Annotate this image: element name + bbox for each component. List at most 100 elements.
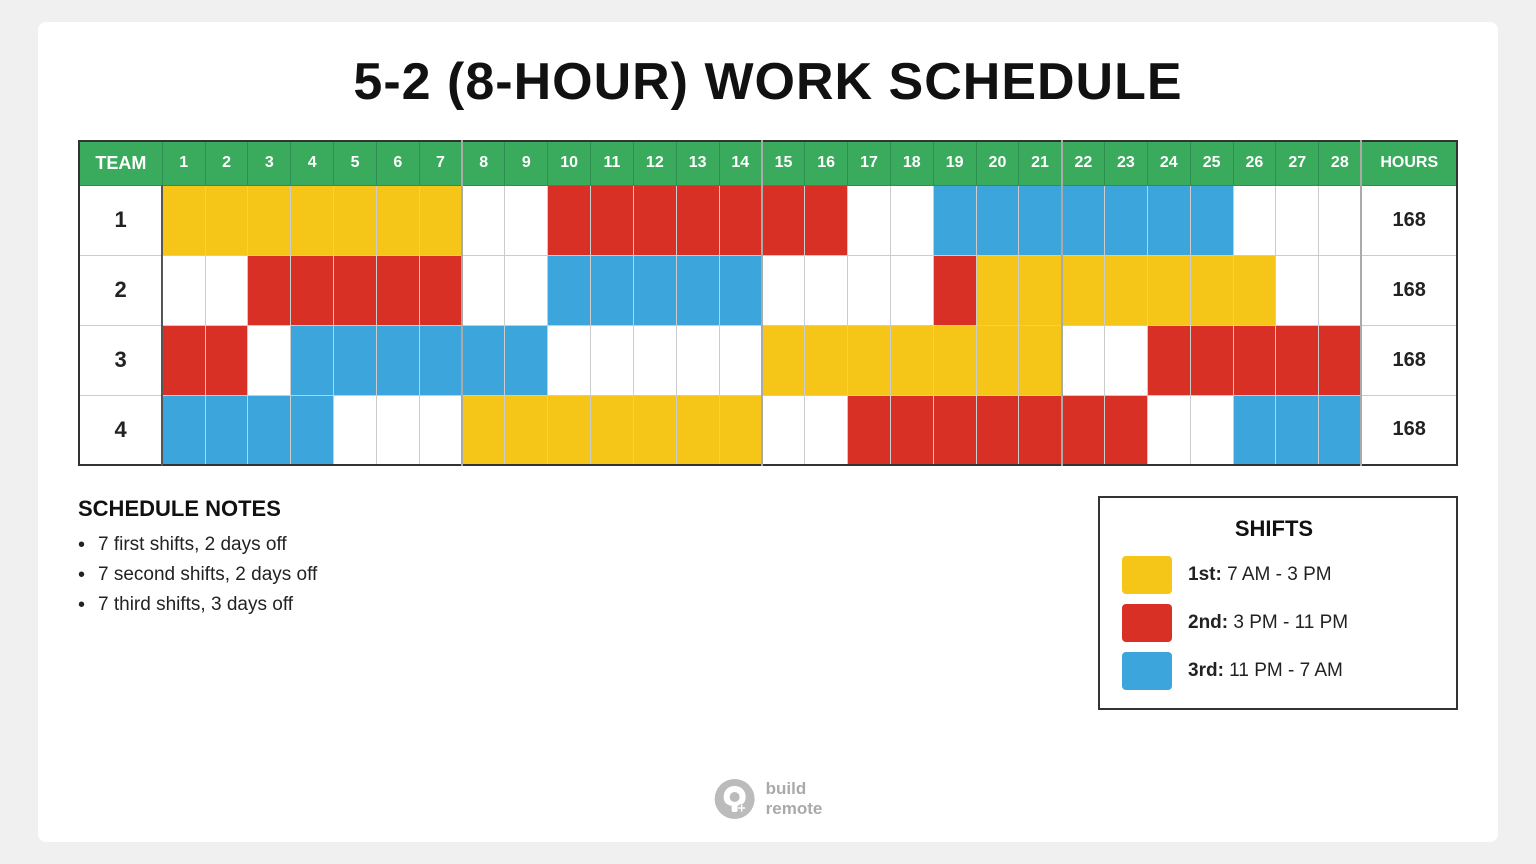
legend-text-2: 3rd: 11 PM - 7 AM [1188,660,1343,682]
day-cell-row1-day23 [1105,185,1148,255]
day-header-12: 12 [633,141,676,185]
table-row: 2168 [79,255,1457,325]
day-cell-row1-day21 [1019,185,1062,255]
day-header-17: 17 [848,141,891,185]
day-cell-row1-day18 [890,185,933,255]
day-cell-row3-day26 [1233,325,1276,395]
day-cell-row2-day6 [376,255,419,325]
day-cell-row4-day28 [1319,395,1362,465]
day-cell-row3-day20 [976,325,1019,395]
day-cell-row1-day15 [762,185,805,255]
day-cell-row3-day23 [1105,325,1148,395]
day-cell-row1-day13 [676,185,719,255]
legend-swatch-2 [1122,652,1172,690]
table-row: 4168 [79,395,1457,465]
day-cell-row2-day24 [1147,255,1190,325]
day-cell-row3-day25 [1190,325,1233,395]
day-cell-row2-day22 [1062,255,1105,325]
team-cell-4: 4 [79,395,162,465]
day-cell-row2-day21 [1019,255,1062,325]
day-cell-row4-day7 [419,395,462,465]
day-cell-row1-day3 [248,185,291,255]
day-header-1: 1 [162,141,205,185]
day-header-16: 16 [805,141,848,185]
day-header-4: 4 [291,141,334,185]
legend-box: SHIFTS 1st: 7 AM - 3 PM 2nd: 3 PM - 11 PM… [1098,496,1458,710]
day-cell-row2-day9 [505,255,548,325]
legend-item-2: 3rd: 11 PM - 7 AM [1122,652,1426,690]
day-cell-row1-day19 [933,185,976,255]
notes-title: SCHEDULE NOTES [78,496,1098,522]
day-cell-row3-day21 [1019,325,1062,395]
day-cell-row4-day4 [291,395,334,465]
hours-cell-1: 168 [1361,185,1457,255]
day-header-9: 9 [505,141,548,185]
team-column-header: TEAM [79,141,162,185]
day-cell-row4-day11 [591,395,634,465]
note-item-2: 7 third shifts, 3 days off [78,594,1098,616]
hours-cell-3: 168 [1361,325,1457,395]
day-cell-row4-day12 [633,395,676,465]
day-cell-row4-day27 [1276,395,1319,465]
page-title: 5-2 (8-HOUR) WORK SCHEDULE [353,52,1182,112]
day-header-13: 13 [676,141,719,185]
day-header-6: 6 [376,141,419,185]
day-cell-row4-day19 [933,395,976,465]
legend-swatch-1 [1122,604,1172,642]
day-cell-row2-day19 [933,255,976,325]
day-cell-row1-day8 [462,185,505,255]
day-cell-row1-day25 [1190,185,1233,255]
day-header-3: 3 [248,141,291,185]
day-cell-row3-day16 [805,325,848,395]
day-cell-row1-day7 [419,185,462,255]
day-cell-row2-day26 [1233,255,1276,325]
legend-text-1: 2nd: 3 PM - 11 PM [1188,612,1348,634]
day-cell-row3-day1 [162,325,205,395]
legend-text-0: 1st: 7 AM - 3 PM [1188,564,1332,586]
day-cell-row3-day7 [419,325,462,395]
day-cell-row1-day14 [719,185,762,255]
day-header-18: 18 [890,141,933,185]
day-cell-row1-day20 [976,185,1019,255]
day-cell-row1-day26 [1233,185,1276,255]
day-header-26: 26 [1233,141,1276,185]
team-cell-3: 3 [79,325,162,395]
day-cell-row4-day13 [676,395,719,465]
day-cell-row3-day18 [890,325,933,395]
day-header-23: 23 [1105,141,1148,185]
day-cell-row4-day9 [505,395,548,465]
table-row: 1168 [79,185,1457,255]
day-cell-row2-day18 [890,255,933,325]
day-cell-row3-day5 [334,325,377,395]
day-cell-row4-day20 [976,395,1019,465]
day-cell-row3-day27 [1276,325,1319,395]
day-header-20: 20 [976,141,1019,185]
day-header-10: 10 [548,141,591,185]
legend-swatch-0 [1122,556,1172,594]
day-cell-row2-day13 [676,255,719,325]
day-cell-row3-day14 [719,325,762,395]
build-remote-icon [714,778,756,820]
day-cell-row1-day28 [1319,185,1362,255]
day-cell-row4-day3 [248,395,291,465]
day-cell-row1-day10 [548,185,591,255]
day-cell-row4-day6 [376,395,419,465]
day-cell-row3-day4 [291,325,334,395]
day-cell-row2-day2 [205,255,248,325]
table-row: 3 168 [79,325,1457,395]
day-cell-row4-day26 [1233,395,1276,465]
day-cell-row2-day1 [162,255,205,325]
day-cell-row2-day20 [976,255,1019,325]
day-cell-row4-day24 [1147,395,1190,465]
day-cell-row1-day6 [376,185,419,255]
day-cell-row1-day22 [1062,185,1105,255]
day-header-11: 11 [591,141,634,185]
day-cell-row1-day27 [1276,185,1319,255]
day-cell-row2-day7 [419,255,462,325]
main-card: 5-2 (8-HOUR) WORK SCHEDULE TEAM123456789… [38,22,1498,842]
day-header-21: 21 [1019,141,1062,185]
day-cell-row3-day13 [676,325,719,395]
day-cell-row3-day8 [462,325,505,395]
day-header-27: 27 [1276,141,1319,185]
legend-title: SHIFTS [1122,516,1426,542]
